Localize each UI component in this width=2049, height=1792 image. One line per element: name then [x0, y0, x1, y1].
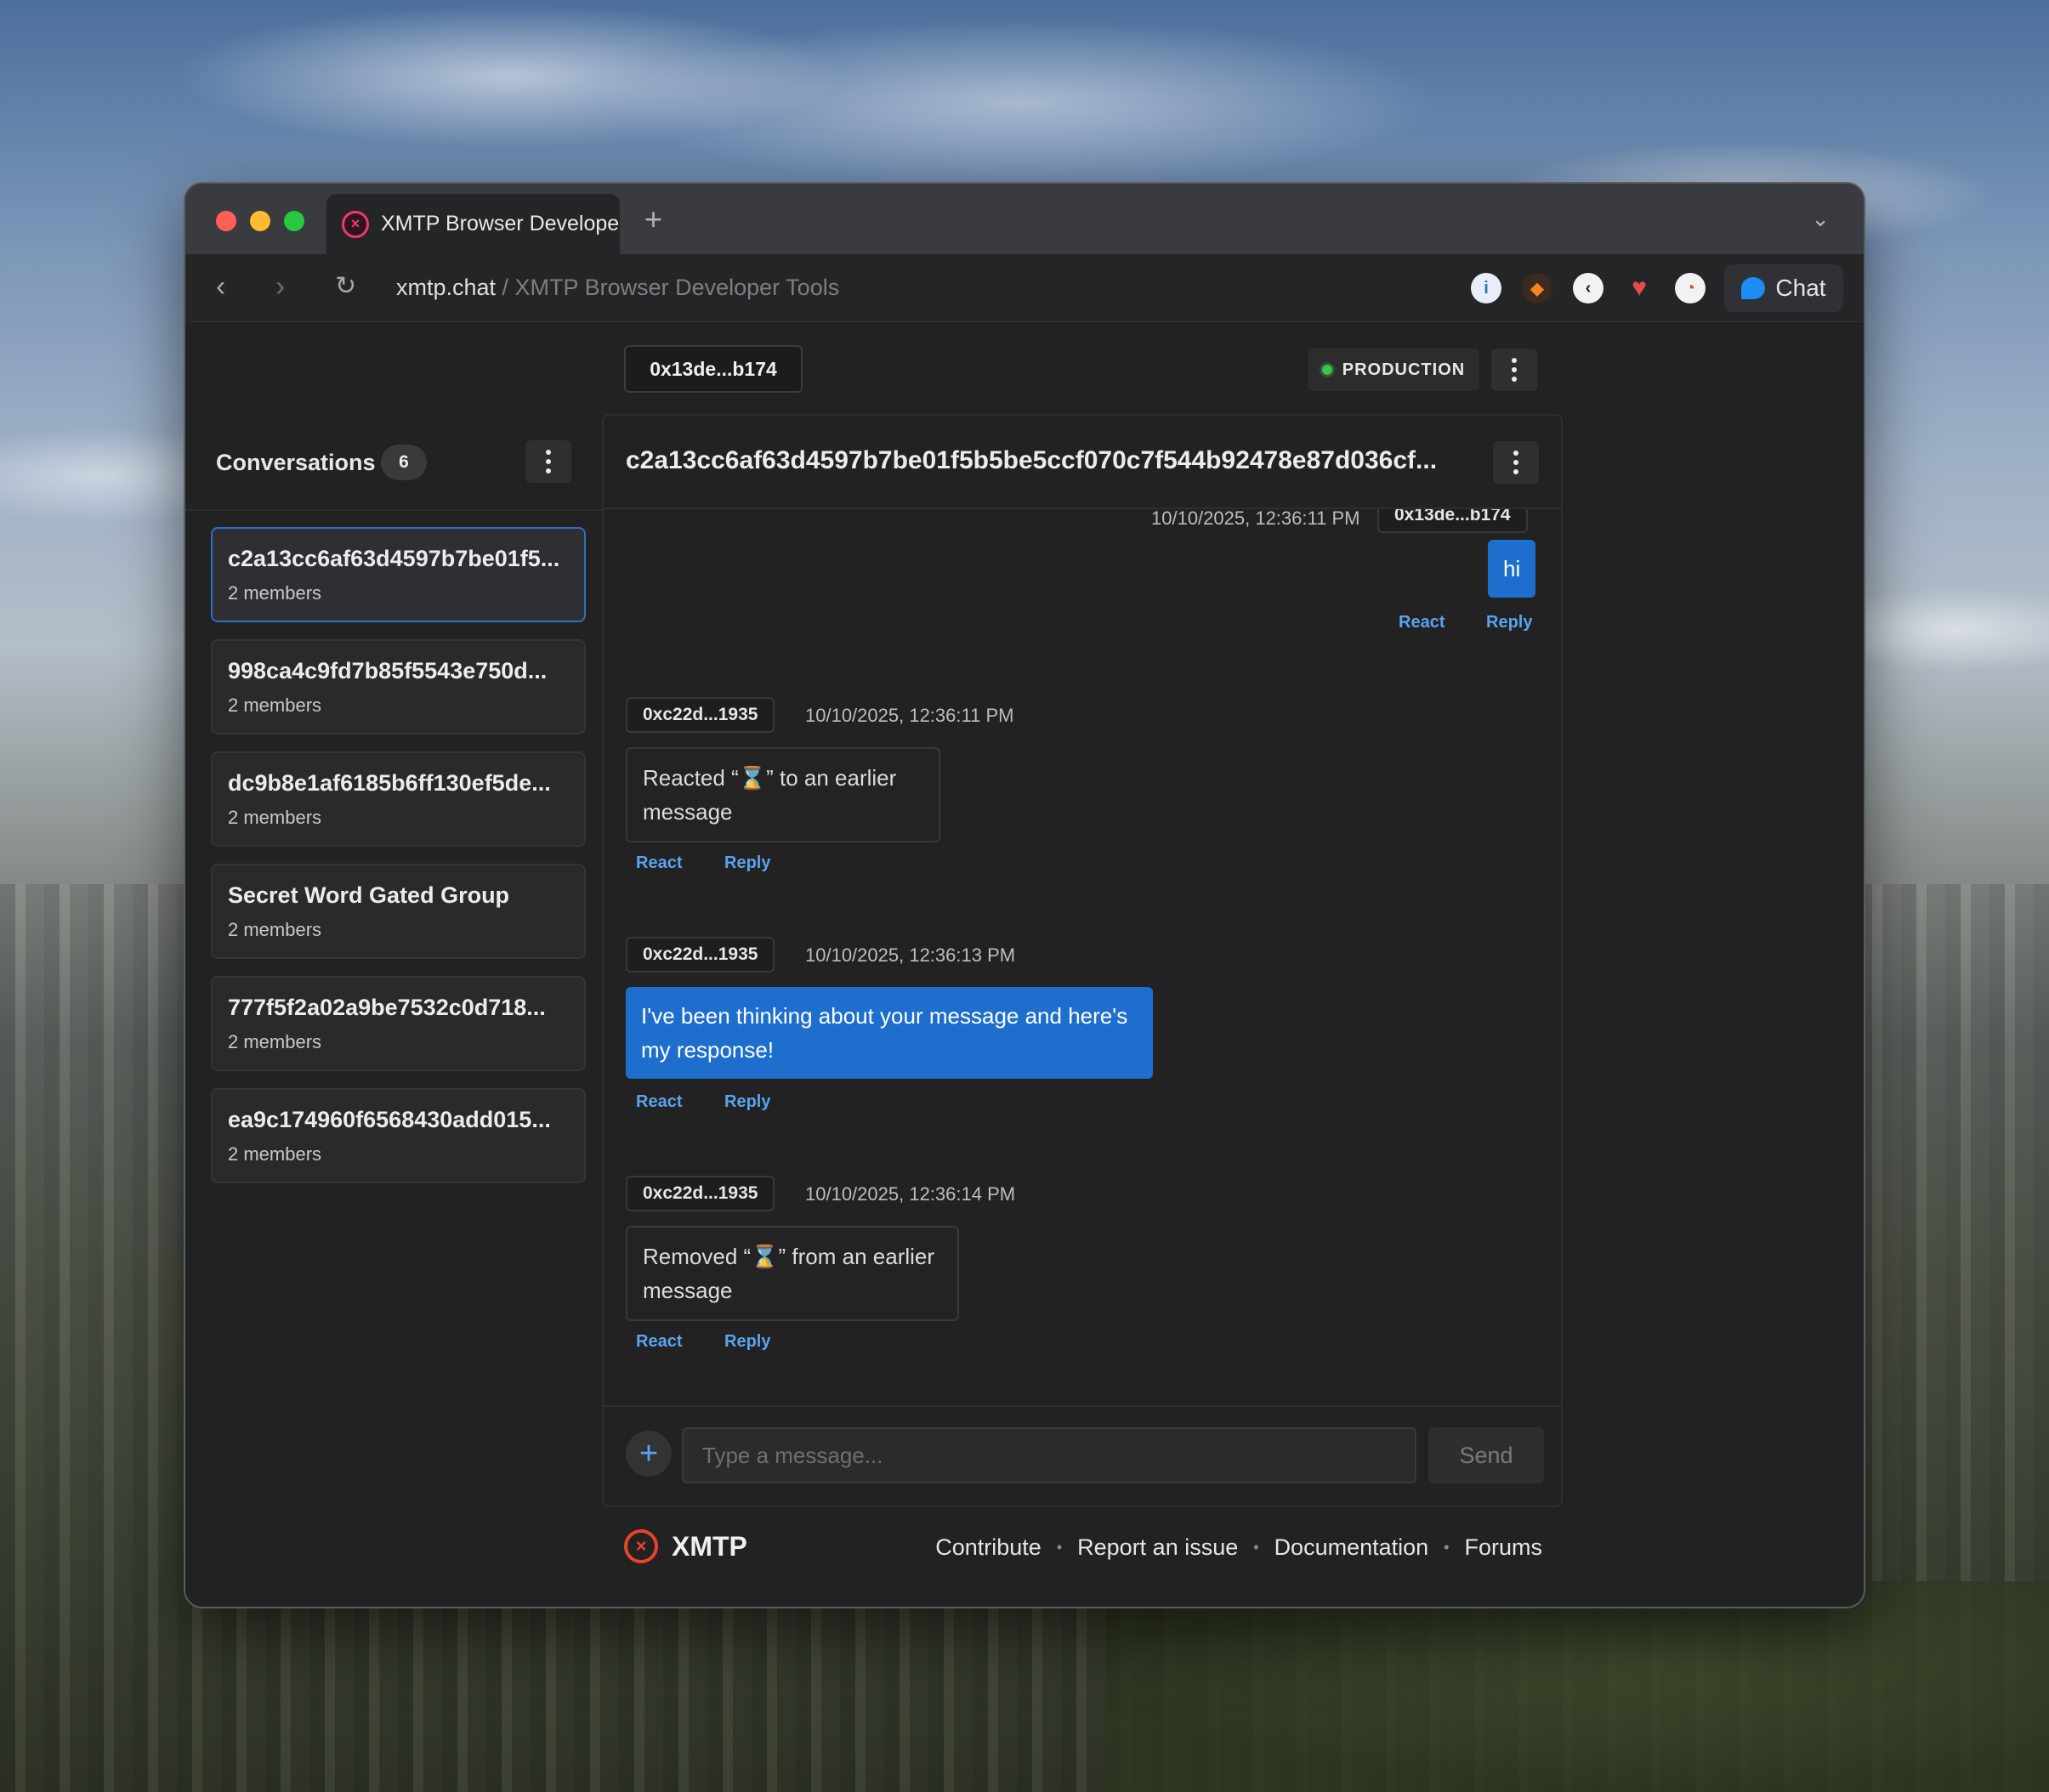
conversation-panel: c2a13cc6af63d4597b7be01f5b5be5ccf070c7f5…: [602, 414, 1563, 1507]
metamask-fox-icon[interactable]: ◆: [1522, 273, 1552, 303]
maximize-window-button[interactable]: [284, 211, 304, 231]
conversation-item[interactable]: ea9c174960f6568430add015... 2 members: [211, 1088, 586, 1183]
conversation-item[interactable]: dc9b8e1af6185b6ff130ef5de... 2 members: [211, 751, 586, 847]
message-composer: + Send: [604, 1405, 1561, 1506]
back-arrow-extension-icon[interactable]: ‹: [1573, 273, 1603, 303]
tab-xmtp[interactable]: × XMTP Browser Developer Tools: [326, 194, 620, 254]
wallet-address-button[interactable]: 0x13de...b174: [624, 345, 803, 393]
conversation-name: 777f5f2a02a9be7532c0d718...: [228, 995, 546, 1020]
conversation-name: c2a13cc6af63d4597b7be01f5...: [228, 546, 560, 571]
forums-link[interactable]: Forums: [1464, 1534, 1542, 1561]
reply-button[interactable]: Reply: [724, 1332, 770, 1352]
footer: × XMTP Contribute • Report an issue • Do…: [602, 1521, 1563, 1572]
contribute-link[interactable]: Contribute: [935, 1534, 1042, 1561]
close-window-button[interactable]: [216, 211, 236, 231]
link-separator: •: [1056, 1539, 1063, 1556]
header-more-icon[interactable]: [1491, 349, 1537, 391]
reply-button[interactable]: Reply: [724, 1092, 770, 1112]
sender-badge[interactable]: 0xc22d...1935: [626, 1176, 775, 1211]
message-timestamp: 10/10/2025, 12:36:11 PM: [805, 705, 1014, 726]
tab-title: XMTP Browser Developer Tools: [381, 212, 620, 235]
conversation-list: c2a13cc6af63d4597b7be01f5... 2 members 9…: [211, 527, 586, 1200]
react-button[interactable]: React: [636, 1092, 682, 1112]
chat-button[interactable]: Chat: [1724, 264, 1843, 312]
browser-window: × XMTP Browser Developer Tools + ⌄ ‹ › ↻…: [185, 184, 1864, 1607]
new-tab-button[interactable]: +: [644, 202, 662, 236]
broken-heart-icon[interactable]: ♥: [1624, 273, 1655, 303]
conversation-header: c2a13cc6af63d4597b7be01f5b5be5ccf070c7f5…: [604, 416, 1561, 509]
xmtp-brand-text: XMTP: [672, 1531, 747, 1562]
reload-button[interactable]: ↻: [335, 269, 356, 303]
xmtp-favicon-icon: ×: [342, 210, 369, 238]
conversation-name: Secret Word Gated Group: [228, 882, 510, 908]
link-separator: •: [1444, 1539, 1450, 1556]
url-host: xmtp.chat: [396, 275, 497, 300]
sender-badge[interactable]: 0xc22d...1935: [626, 937, 775, 973]
message-input[interactable]: [682, 1427, 1416, 1483]
conversation-members: 2 members: [228, 582, 322, 604]
minimize-window-button[interactable]: [250, 211, 270, 231]
react-button[interactable]: React: [636, 853, 682, 873]
message-bubble: hi: [1488, 540, 1536, 598]
conversation-name: dc9b8e1af6185b6ff130ef5de...: [228, 770, 551, 796]
chat-button-label: Chat: [1775, 275, 1826, 301]
send-button[interactable]: Send: [1428, 1427, 1544, 1483]
sender-badge[interactable]: 0x13de...b174: [1377, 509, 1528, 533]
page-content: 0x13de...b174 PRODUCTION Conversations 6…: [185, 322, 1864, 1607]
react-button[interactable]: React: [636, 1332, 682, 1352]
conversations-title: Conversations: [216, 450, 376, 475]
clock-extension-icon[interactable]: ◔: [1675, 273, 1706, 303]
conversation-title: c2a13cc6af63d4597b7be01f5b5be5ccf070c7f5…: [626, 446, 1438, 474]
footer-links: Contribute • Report an issue • Documenta…: [935, 1534, 1542, 1561]
environment-label: PRODUCTION: [1342, 360, 1466, 379]
reply-button[interactable]: Reply: [1486, 613, 1532, 632]
tab-list-chevron-icon[interactable]: ⌄: [1811, 206, 1830, 232]
info-badge-icon[interactable]: i: [1471, 273, 1501, 303]
url-page-title: / XMTP Browser Developer Tools: [496, 275, 840, 300]
conversation-members: 2 members: [228, 919, 322, 940]
conversation-item[interactable]: c2a13cc6af63d4597b7be01f5... 2 members: [211, 527, 586, 622]
conversation-members: 2 members: [228, 695, 322, 716]
desktop-park: [1105, 1581, 2049, 1792]
xmtp-logo-icon: ×: [624, 1529, 658, 1563]
conversation-name: 998ca4c9fd7b85f5543e750d...: [228, 658, 548, 683]
forward-button[interactable]: ›: [275, 269, 285, 303]
documentation-link[interactable]: Documentation: [1274, 1534, 1429, 1561]
conversations-count-badge: 6: [381, 445, 427, 480]
message-bubble: I've been thinking about your message an…: [626, 987, 1153, 1079]
conversation-item[interactable]: Secret Word Gated Group 2 members: [211, 864, 586, 959]
conversations-more-icon[interactable]: [525, 440, 571, 483]
environment-badge[interactable]: PRODUCTION: [1308, 349, 1479, 391]
add-attachment-icon[interactable]: +: [626, 1431, 672, 1477]
address-bar[interactable]: xmtp.chat / XMTP Browser Developer Tools: [396, 275, 839, 301]
chat-bubble-icon: [1741, 277, 1766, 299]
browser-toolbar: ‹ › ↻ xmtp.chat / XMTP Browser Developer…: [185, 254, 1864, 322]
tab-bar: × XMTP Browser Developer Tools + ⌄: [185, 184, 1864, 254]
conversation-members: 2 members: [228, 807, 322, 828]
conversation-more-icon[interactable]: [1493, 441, 1539, 484]
message-bubble: Reacted “⌛” to an earlier message: [626, 747, 940, 842]
reply-button[interactable]: Reply: [724, 853, 770, 873]
message-bubble: Removed “⌛” from an earlier message: [626, 1226, 959, 1321]
report-issue-link[interactable]: Report an issue: [1077, 1534, 1238, 1561]
message-timestamp: 10/10/2025, 12:36:14 PM: [805, 1183, 1016, 1205]
message-timestamp: 10/10/2025, 12:36:11 PM: [1151, 509, 1360, 529]
back-button[interactable]: ‹: [216, 269, 225, 303]
link-separator: •: [1253, 1539, 1259, 1556]
conversation-members: 2 members: [228, 1031, 322, 1052]
conversation-item[interactable]: 777f5f2a02a9be7532c0d718... 2 members: [211, 976, 586, 1071]
conversation-item[interactable]: 998ca4c9fd7b85f5543e750d... 2 members: [211, 639, 586, 734]
react-button[interactable]: React: [1399, 613, 1445, 632]
sender-badge[interactable]: 0xc22d...1935: [626, 697, 775, 733]
status-dot-icon: [1321, 365, 1332, 375]
conversation-name: ea9c174960f6568430add015...: [228, 1107, 551, 1132]
conversations-header: Conversations 6: [185, 414, 602, 511]
message-timestamp: 10/10/2025, 12:36:13 PM: [805, 944, 1016, 966]
message-list[interactable]: 10/10/2025, 12:36:11 PM 0x13de...b174 hi…: [604, 509, 1561, 1402]
conversation-members: 2 members: [228, 1143, 322, 1165]
